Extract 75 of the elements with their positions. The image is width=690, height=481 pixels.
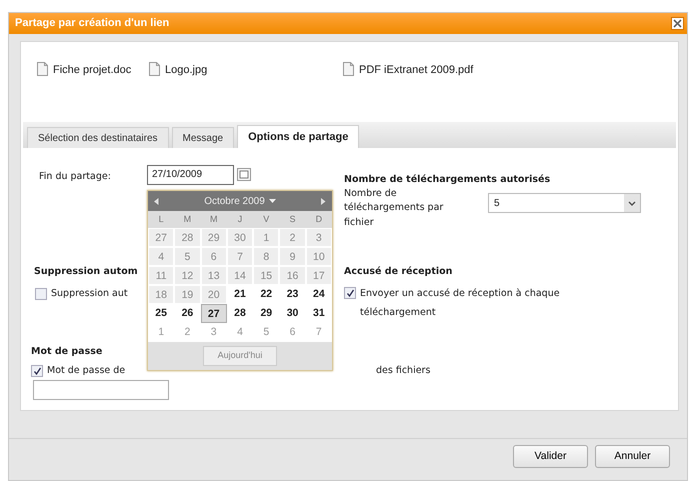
select-field[interactable]: 5: [488, 193, 641, 213]
file-name[interactable]: Fiche projet.doc: [53, 62, 132, 78]
checkbox[interactable]: [344, 287, 356, 299]
checkbox-label: Mot de passe de: [47, 364, 126, 378]
day-cell[interactable]: 27: [200, 304, 227, 323]
day-cell: 18: [148, 285, 174, 304]
day-cell: 9: [279, 247, 306, 266]
next-month-icon[interactable]: [320, 198, 326, 204]
day-cell: 8: [253, 247, 280, 266]
day-cell: 13: [200, 266, 227, 285]
day-cell: 12: [174, 266, 201, 285]
weekday-label: L: [148, 211, 174, 228]
checkbox-label: des fichiers: [376, 364, 430, 378]
day-cell: 14: [226, 266, 254, 285]
close-button[interactable]: [671, 17, 684, 30]
day-cell: 16: [279, 266, 306, 285]
day-cell: 15: [253, 266, 280, 285]
document-icon: [37, 62, 48, 76]
day-cell: 6: [200, 247, 227, 266]
day-cell[interactable]: 22: [253, 285, 280, 304]
day-cell: 4: [148, 247, 174, 266]
field-label: Fin du partage:: [39, 170, 111, 184]
day-cell: 19: [174, 285, 201, 304]
file-name[interactable]: Logo.jpg: [165, 62, 208, 78]
day-cell[interactable]: 30: [279, 304, 306, 323]
section-heading: Mot de passe: [31, 345, 102, 359]
day-cell[interactable]: 29: [253, 304, 280, 323]
document-icon: [343, 62, 354, 76]
checkbox-label: Suppression aut: [51, 287, 128, 301]
day-cell[interactable]: 26: [174, 304, 201, 323]
cancel-button[interactable]: Valider: [513, 445, 588, 468]
password-field[interactable]: [33, 380, 169, 400]
day-cell[interactable]: 31: [306, 304, 332, 323]
day-cell: 10: [306, 247, 332, 266]
day-cell[interactable]: 24: [306, 285, 332, 304]
calendar-icon[interactable]: [237, 168, 251, 181]
weekday-label: M: [174, 211, 201, 228]
day-cell[interactable]: 25: [148, 304, 174, 323]
tab[interactable]: Message: [172, 127, 234, 148]
window-title: Partage par création d'un lien: [15, 16, 170, 32]
day-cell: 27: [148, 228, 174, 247]
previous-month-icon[interactable]: [154, 198, 159, 204]
day-cell: 29: [200, 228, 227, 247]
day-cell: 30: [226, 228, 254, 247]
tab[interactable]: Sélection des destinataires: [27, 127, 169, 148]
weekday-label: V: [253, 211, 280, 228]
day-cell[interactable]: 23: [279, 285, 306, 304]
cancel-button[interactable]: Annuler: [595, 445, 670, 468]
day-cell: 1: [253, 228, 280, 247]
day-cell: 17: [306, 266, 332, 285]
day-cell[interactable]: 28: [226, 304, 254, 323]
document-icon: [149, 62, 160, 76]
field-label: Nombre de téléchargements par fichier: [344, 187, 444, 230]
weekday-label: J: [226, 211, 254, 228]
day-cell: 7: [226, 247, 254, 266]
section-heading: Nombre de téléchargements autorisés: [344, 173, 550, 187]
section-heading: Accusé de réception: [344, 265, 452, 279]
weekday-label: S: [279, 211, 306, 228]
day-cell: 5: [174, 247, 201, 266]
weekday-label: D: [306, 211, 332, 228]
day-cell: 20: [200, 285, 227, 304]
day-cell: 2: [279, 228, 306, 247]
file-name[interactable]: PDF iExtranet 2009.pdf: [359, 62, 474, 78]
checkbox[interactable]: [35, 288, 47, 300]
day-cell: 28: [174, 228, 201, 247]
day-cell[interactable]: 21: [226, 285, 254, 304]
checkbox-label: Envoyer un accusé de réception à chaque téléchargement: [360, 287, 561, 320]
weekday-label: M: [200, 211, 227, 228]
section-heading: Suppression autom: [34, 265, 138, 279]
caret-icon: [268, 199, 276, 203]
date-field[interactable]: 27/10/2009: [147, 165, 234, 185]
checkbox[interactable]: [31, 365, 43, 378]
day-cell: 11: [148, 266, 174, 285]
day-cell: 3: [306, 228, 332, 247]
tab[interactable]: Options de partage: [237, 125, 360, 148]
